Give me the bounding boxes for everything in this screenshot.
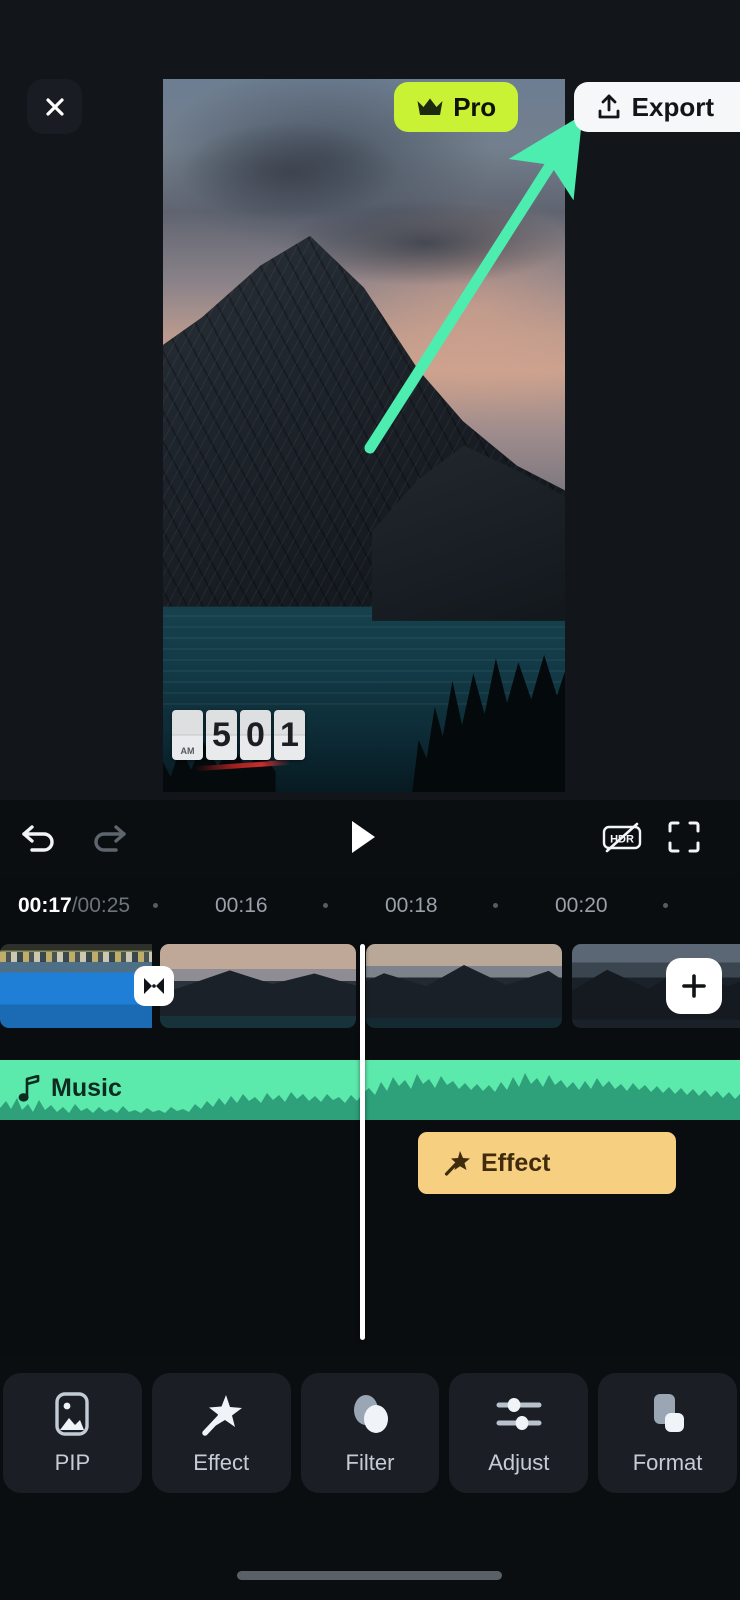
hdr-off-icon: HDR	[602, 822, 642, 853]
clock-digit-2: 0	[240, 710, 271, 760]
crown-icon	[417, 98, 443, 115]
ruler-tick-dot	[323, 903, 328, 908]
effect-clip[interactable]: Effect	[418, 1132, 676, 1194]
effect-clip-label: Effect	[481, 1148, 551, 1177]
hdr-toggle-button[interactable]: HDR	[598, 813, 646, 861]
preview-area: AM 5 0 1 Pro Export	[0, 0, 740, 800]
sliders-icon	[496, 1390, 542, 1438]
video-preview[interactable]: AM 5 0 1	[163, 79, 565, 792]
tool-filter[interactable]: Filter	[300, 1373, 440, 1493]
tool-label: Format	[632, 1450, 703, 1475]
fullscreen-button[interactable]	[660, 813, 708, 861]
video-editor-screen: AM 5 0 1 Pro Export HDR 00:17/00:25 00:1…	[0, 0, 740, 1600]
magic-wand-icon	[444, 1151, 470, 1176]
clock-digit-3: 1	[274, 710, 305, 760]
transition-button[interactable]	[134, 966, 174, 1006]
undo-button[interactable]	[16, 813, 64, 861]
current-time: 00:17	[18, 894, 72, 917]
add-clip-button[interactable]	[666, 958, 722, 1014]
picture-in-picture-icon	[50, 1390, 94, 1438]
current-time-readout: 00:17/00:25	[18, 894, 130, 918]
ruler-tick-dot	[153, 903, 158, 908]
export-label: Export	[631, 91, 714, 122]
tool-effect[interactable]: Effect	[151, 1373, 291, 1493]
aspect-ratio-icon	[645, 1390, 691, 1438]
tool-pip[interactable]: PIP	[3, 1373, 142, 1493]
tool-label: PIP	[54, 1450, 91, 1475]
tool-label: Filter	[345, 1450, 395, 1475]
clock-meridiem: AM	[172, 710, 203, 760]
export-button[interactable]: Export	[573, 82, 740, 132]
transition-bowtie-icon	[144, 978, 164, 994]
video-clip-track[interactable]	[0, 944, 740, 1028]
ruler-tick-dot	[493, 903, 498, 908]
music-label-text: Music	[51, 1074, 122, 1102]
ruler-tick-label: 00:20	[555, 894, 608, 917]
music-note-icon	[18, 1074, 40, 1102]
preview-flip-clock: AM 5 0 1	[172, 710, 305, 760]
tool-format[interactable]: Format	[598, 1373, 737, 1493]
music-track[interactable]: Music	[0, 1060, 740, 1120]
home-indicator	[237, 1571, 502, 1580]
ruler-tick-label: 00:16	[215, 894, 268, 917]
filter-circles-icon	[347, 1390, 393, 1438]
tool-label: Adjust	[488, 1450, 550, 1475]
ruler-tick-label: 00:18	[385, 894, 438, 917]
undo-icon	[22, 825, 54, 852]
timeline-clip[interactable]	[160, 944, 356, 1028]
magic-wand-icon	[198, 1390, 244, 1438]
plus-icon	[682, 974, 706, 998]
close-button[interactable]	[27, 79, 82, 134]
upload-icon	[598, 94, 620, 119]
pro-badge[interactable]: Pro	[394, 82, 518, 132]
music-track-label: Music	[18, 1074, 122, 1103]
redo-icon	[94, 825, 126, 852]
total-time: /00:25	[71, 894, 131, 917]
pro-label: Pro	[453, 91, 496, 122]
play-button[interactable]	[339, 813, 387, 861]
timeline-clip[interactable]	[366, 944, 562, 1028]
ruler-tick-dot	[663, 903, 668, 908]
timeline[interactable]: 00:17/00:25 00:16 00:18 00:20 Music Effe…	[0, 878, 740, 1358]
playhead[interactable]	[360, 944, 365, 1340]
clock-digit-1: 5	[206, 710, 237, 760]
bottom-toolbar: PIP Effect Filter Adjust Format	[0, 1373, 740, 1493]
play-icon	[352, 821, 375, 853]
close-icon	[45, 97, 64, 116]
timeline-clip[interactable]	[0, 944, 152, 1028]
player-controls: HDR	[0, 800, 740, 875]
tool-label: Effect	[193, 1450, 250, 1475]
tool-adjust[interactable]: Adjust	[449, 1373, 589, 1493]
redo-button[interactable]	[84, 813, 132, 861]
fullscreen-icon	[668, 821, 700, 853]
timeline-ruler[interactable]: 00:17/00:25 00:16 00:18 00:20	[0, 878, 740, 934]
